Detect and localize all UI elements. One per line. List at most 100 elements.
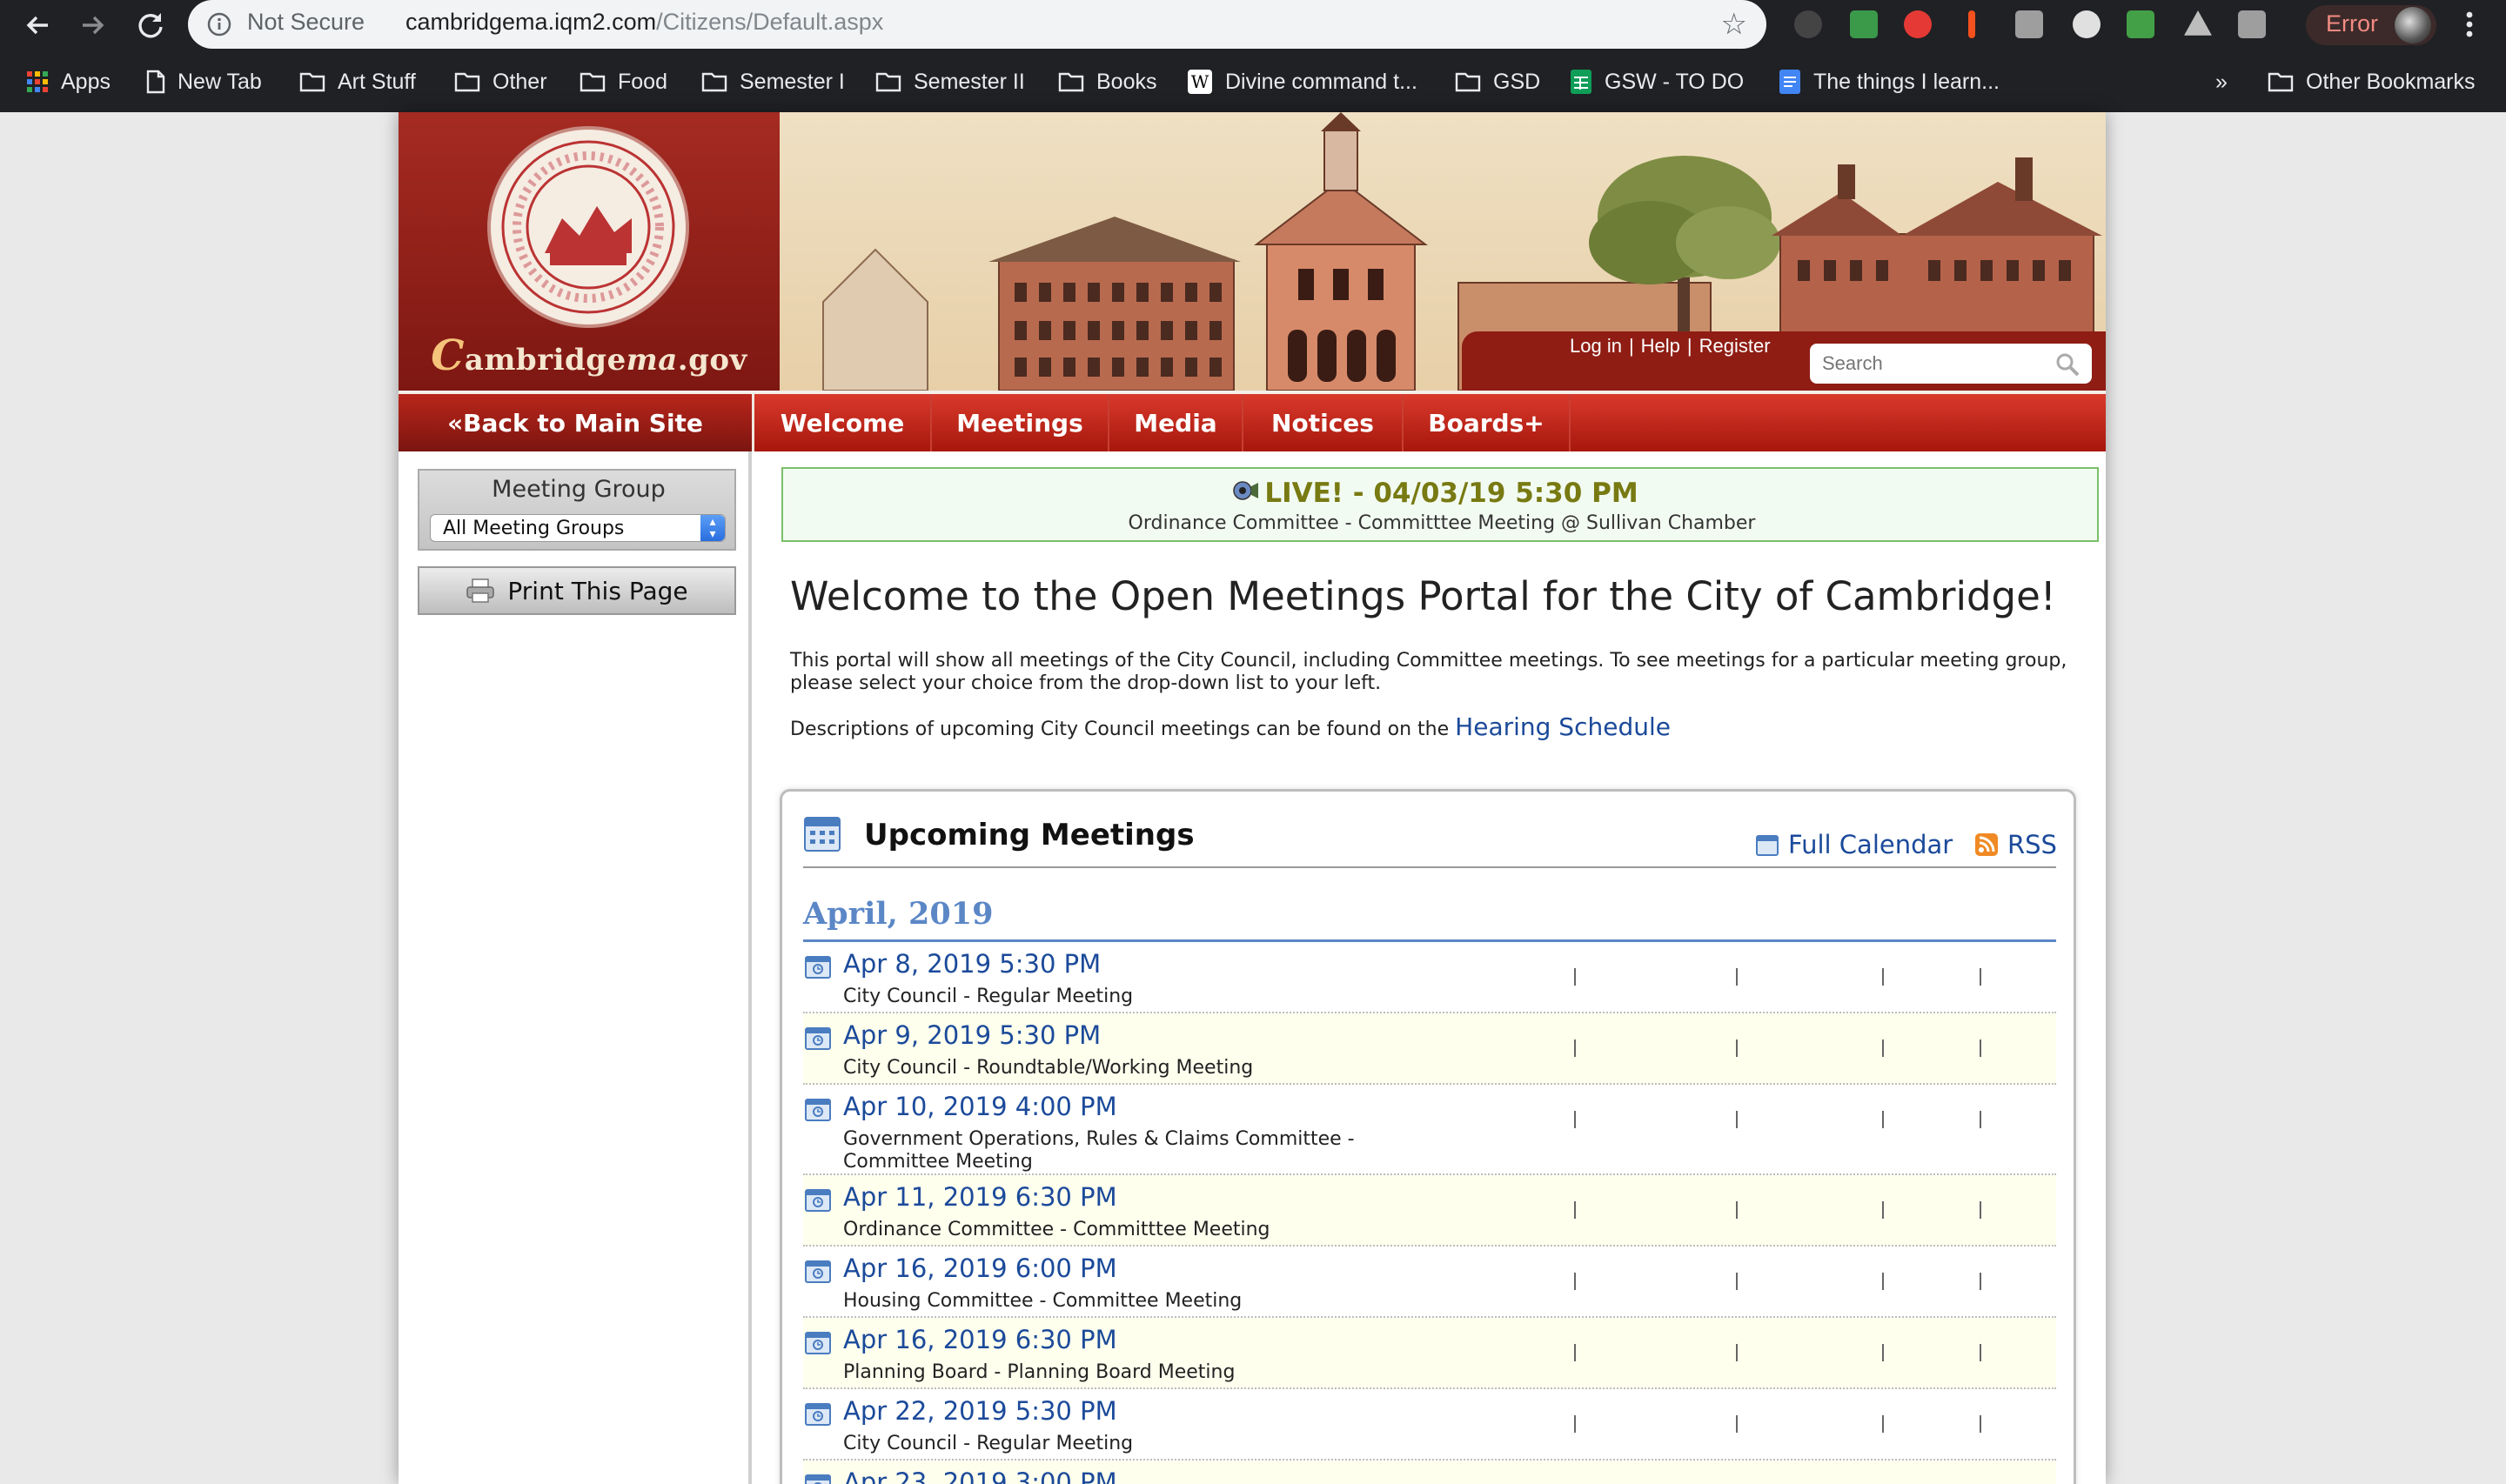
- extension-facebook-icon[interactable]: [2238, 10, 2266, 38]
- back-to-main-site-button[interactable]: «Back to Main Site: [399, 394, 752, 451]
- nav-media[interactable]: Media: [1109, 394, 1243, 451]
- bookmark-label: GSW - TO DO: [1605, 69, 1745, 94]
- register-link[interactable]: Register: [1699, 335, 1771, 357]
- bookmarks-overflow-button[interactable]: »: [2215, 66, 2228, 97]
- column-divider: [1980, 1344, 1981, 1361]
- meeting-calendar-icon[interactable]: [805, 1473, 831, 1484]
- meeting-calendar-icon[interactable]: [805, 954, 831, 979]
- nav-meetings[interactable]: Meetings: [932, 394, 1109, 451]
- meeting-date-link[interactable]: Apr 11, 2019 6:30 PM: [843, 1182, 1117, 1212]
- live-subtitle: Ordinance Committee - Committtee Meeting…: [1128, 512, 1756, 534]
- reload-icon[interactable]: [129, 3, 172, 47]
- bookmark-label: Books: [1096, 69, 1157, 94]
- error-label: Error: [2326, 10, 2378, 37]
- meetings-list: Apr 8, 2019 5:30 PM City Council - Regula…: [803, 942, 2056, 1484]
- hearing-description: Descriptions of upcoming City Council me…: [790, 712, 1671, 741]
- meeting-calendar-icon[interactable]: [805, 1097, 831, 1121]
- meeting-group-select[interactable]: All Meeting Groups ▴ ▾: [430, 514, 726, 542]
- nav-boards[interactable]: Boards+: [1404, 394, 1571, 451]
- meeting-row[interactable]: Apr 11, 2019 6:30 PM Ordinance Committee …: [803, 1175, 2056, 1247]
- meeting-description: Planning Board - Planning Board Meeting: [843, 1361, 1236, 1383]
- rss-link[interactable]: RSS: [1974, 830, 2057, 859]
- column-divider: [1574, 1111, 1576, 1128]
- bookmark-divine-command[interactable]: W Divine command t...: [1187, 66, 1417, 97]
- browser-chrome: Not Secure cambridgema.iqm2.com/Citizens…: [0, 0, 2506, 112]
- extension-camera-icon[interactable]: [1850, 10, 1878, 38]
- search-icon[interactable]: [2054, 351, 2081, 378]
- extension-download-icon[interactable]: [2127, 10, 2154, 38]
- search-input[interactable]: [1822, 351, 2040, 377]
- menu-dots-icon[interactable]: [2461, 7, 2478, 42]
- extension-c-icon[interactable]: [2015, 10, 2043, 38]
- bookmark-semester-1[interactable]: Semester I: [701, 66, 845, 97]
- bookmark-label: Other Bookmarks: [2306, 69, 2476, 94]
- bookmark-food[interactable]: Food: [580, 66, 667, 97]
- bookmark-gsw-to-do[interactable]: GSW - TO DO: [1570, 66, 1744, 97]
- meeting-group-box: Meeting Group All Meeting Groups ▴ ▾: [418, 469, 736, 551]
- extension-circle-icon[interactable]: [2073, 10, 2101, 38]
- month-heading: April, 2019: [803, 896, 994, 932]
- meeting-row[interactable]: Apr 9, 2019 5:30 PM City Council - Roundt…: [803, 1013, 2056, 1085]
- bookmark-star-icon[interactable]: ☆: [1721, 7, 1747, 42]
- meeting-date-link[interactable]: Apr 16, 2019 6:30 PM: [843, 1325, 1117, 1354]
- bookmark-art-stuff[interactable]: Art Stuff: [299, 66, 416, 97]
- extension-drive-icon[interactable]: [2184, 10, 2212, 36]
- meeting-date-link[interactable]: Apr 10, 2019 4:00 PM: [843, 1092, 1117, 1121]
- avatar[interactable]: [2395, 7, 2431, 43]
- meeting-row[interactable]: Apr 10, 2019 4:00 PM Government Operation…: [803, 1085, 2056, 1175]
- nav-welcome[interactable]: Welcome: [754, 394, 932, 451]
- column-divider: [1882, 1273, 1884, 1290]
- full-calendar-link[interactable]: Full Calendar: [1755, 830, 1953, 859]
- other-bookmarks[interactable]: Other Bookmarks: [2268, 66, 2476, 97]
- printer-icon: [466, 578, 495, 603]
- brand-panel[interactable]: Cambridgema.gov: [399, 112, 780, 391]
- bookmark-gsd[interactable]: GSD: [1455, 66, 1540, 97]
- nav-notices[interactable]: Notices: [1243, 394, 1404, 451]
- help-link[interactable]: Help: [1641, 335, 1680, 357]
- select-arrows-icon: ▴ ▾: [700, 515, 725, 541]
- meeting-calendar-icon[interactable]: [805, 1401, 831, 1426]
- wikipedia-icon: W: [1188, 70, 1212, 94]
- print-page-button[interactable]: Print This Page: [418, 566, 736, 615]
- main-nav: «Back to Main Site Welcome Meetings Medi…: [399, 391, 2106, 451]
- meeting-date-link[interactable]: Apr 23, 2019 3:00 PM: [843, 1467, 1117, 1484]
- column-divider: [1736, 1273, 1738, 1290]
- meeting-calendar-icon[interactable]: [805, 1026, 831, 1050]
- meeting-date-link[interactable]: Apr 9, 2019 5:30 PM: [843, 1020, 1101, 1050]
- back-arrow-icon[interactable]: [16, 3, 59, 47]
- meeting-row[interactable]: Apr 22, 2019 5:30 PM City Council - Regul…: [803, 1389, 2056, 1461]
- hearing-schedule-link[interactable]: Hearing Schedule: [1455, 712, 1671, 741]
- meeting-date-link[interactable]: Apr 16, 2019 6:00 PM: [843, 1253, 1117, 1283]
- live-banner[interactable]: LIVE! - 04/03/19 5:30 PM Ordinance Commi…: [781, 467, 2099, 542]
- column-divider: [1736, 968, 1738, 986]
- folder-icon: [1455, 72, 1481, 92]
- address-bar[interactable]: Not Secure cambridgema.iqm2.com/Citizens…: [188, 0, 1766, 49]
- bookmark-semester-2[interactable]: Semester II: [875, 66, 1025, 97]
- login-link[interactable]: Log in: [1570, 335, 1622, 357]
- bookmark-new-tab[interactable]: New Tab: [146, 66, 262, 97]
- site-header: Cambridgema.gov Log in | Help | Register…: [399, 112, 2106, 391]
- forward-arrow-icon[interactable]: [71, 3, 115, 47]
- meeting-row[interactable]: Apr 16, 2019 6:30 PM Planning Board - Pla…: [803, 1318, 2056, 1389]
- extension-adblock-icon[interactable]: [1904, 10, 1932, 38]
- meeting-row[interactable]: Apr 16, 2019 6:00 PM Housing Committee - …: [803, 1247, 2056, 1318]
- bookmark-things-i-learn[interactable]: The things I learn...: [1779, 66, 2000, 97]
- info-icon[interactable]: [207, 12, 231, 37]
- brand-wordmark: Cambridgema.gov: [399, 331, 780, 380]
- bookmark-other[interactable]: Other: [454, 66, 547, 97]
- bookmark-books[interactable]: Books: [1058, 66, 1156, 97]
- column-divider: [1980, 968, 1981, 986]
- extension-bulb-icon[interactable]: [1794, 10, 1822, 38]
- meeting-calendar-icon[interactable]: [805, 1330, 831, 1354]
- bookmark-apps[interactable]: Apps: [26, 66, 111, 97]
- meeting-row[interactable]: Apr 8, 2019 5:30 PM City Council - Regula…: [803, 942, 2056, 1013]
- url-text[interactable]: cambridgema.iqm2.com/Citizens/Default.as…: [405, 9, 883, 36]
- meeting-date-link[interactable]: Apr 22, 2019 5:30 PM: [843, 1396, 1117, 1426]
- meeting-row[interactable]: Apr 23, 2019 3:00 PM: [803, 1461, 2056, 1484]
- meeting-calendar-icon[interactable]: [805, 1187, 831, 1212]
- meeting-calendar-icon[interactable]: [805, 1259, 831, 1283]
- print-label: Print This Page: [507, 576, 688, 605]
- extension-cursor-icon[interactable]: [1968, 10, 1975, 38]
- column-divider: [1736, 1415, 1738, 1433]
- meeting-date-link[interactable]: Apr 8, 2019 5:30 PM: [843, 949, 1101, 979]
